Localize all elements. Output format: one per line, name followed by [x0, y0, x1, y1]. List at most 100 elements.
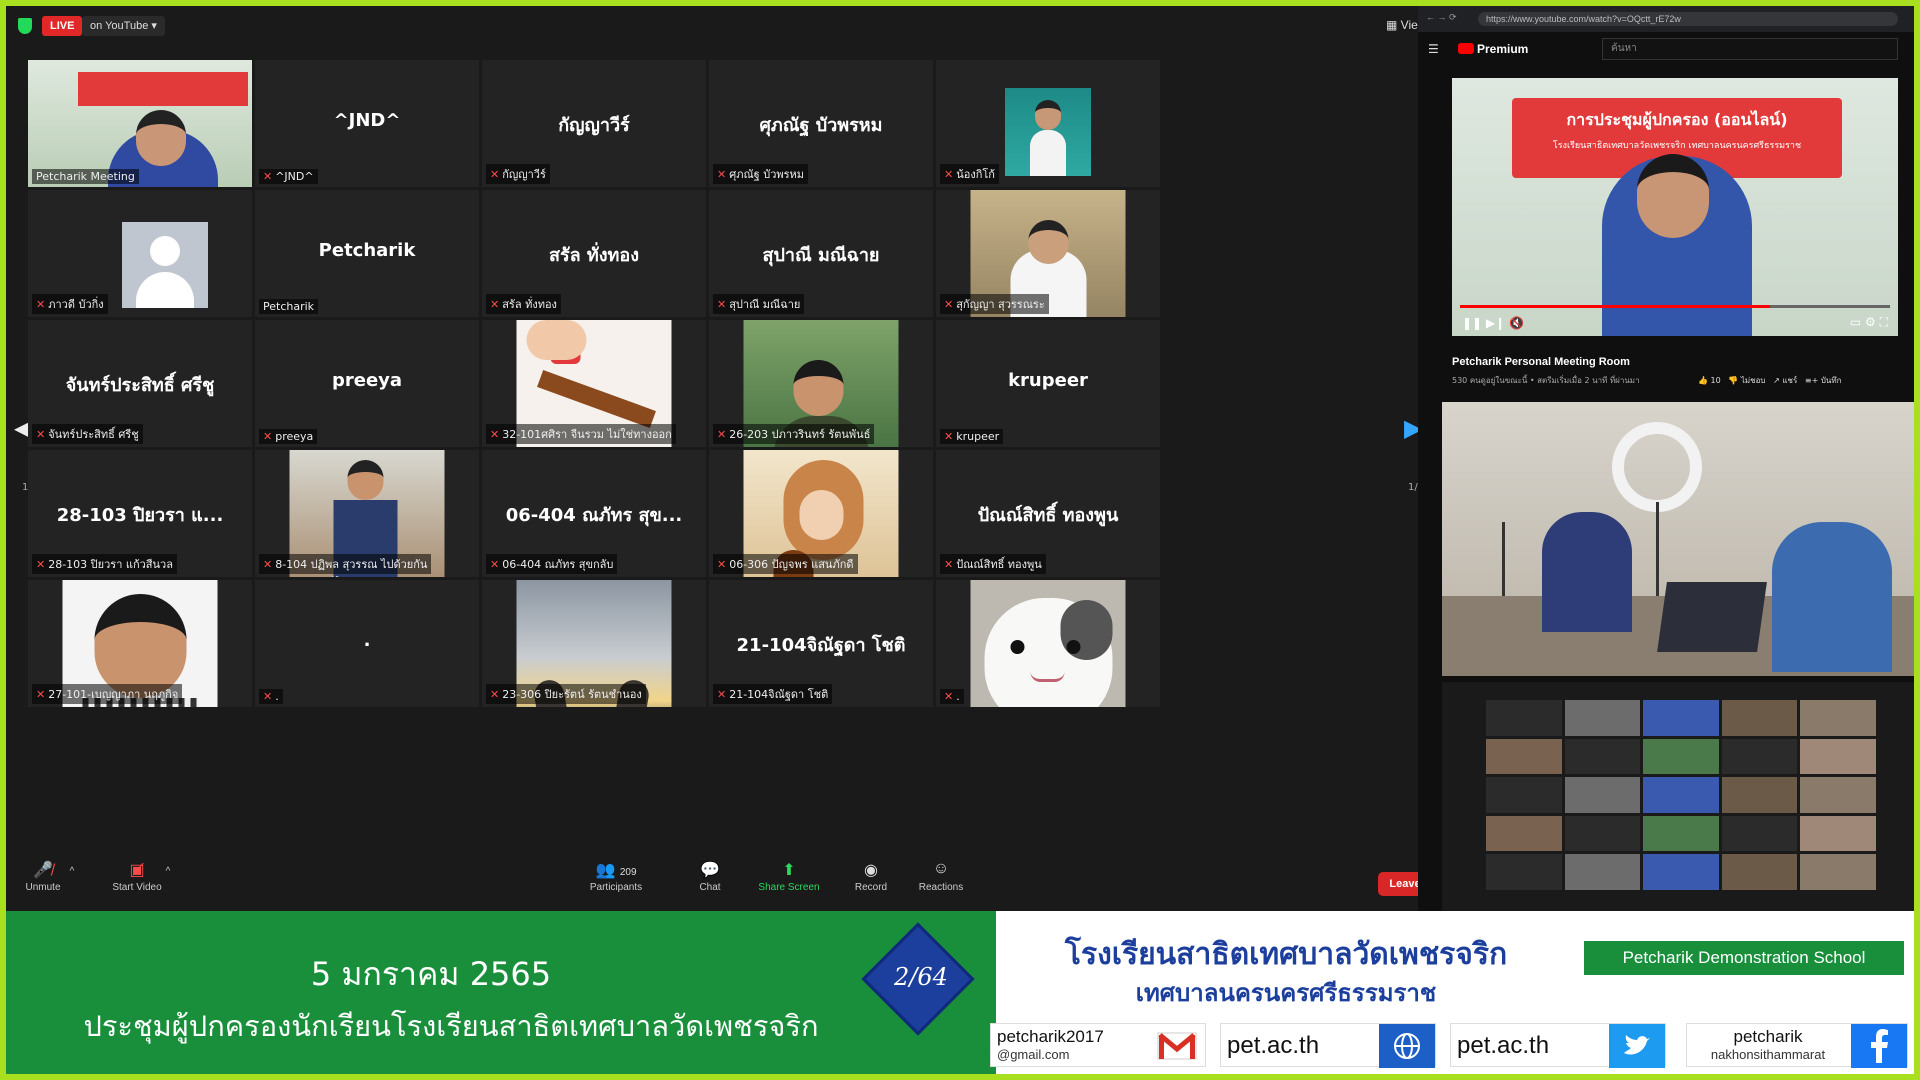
participant-tile[interactable]: กัญญาวีร์ ✕ กัญญาวีร์: [482, 60, 706, 187]
participant-tile[interactable]: ปัณณ์สิทธิ์ ทองพูน ✕ ปัณณ์สิทธิ์ ทองพูน: [936, 450, 1160, 577]
video-settings-controls[interactable]: ▭ ⚙ ⛶: [1850, 315, 1888, 330]
participant-tile[interactable]: ✕.: [936, 580, 1160, 707]
participant-name: Petcharik Meeting: [36, 170, 135, 183]
participant-name-label: ✕ 23-306 ปิยะรัตน์ รัตนชำนอง: [486, 684, 646, 704]
mic-muted-icon: ✕: [944, 430, 954, 443]
participant-tile[interactable]: ไปด้วยกัน✕8-104 ปฏิพล สุวรรณ ไปด้วยกัน: [255, 450, 479, 577]
video-banner-subtitle: โรงเรียนสาธิตเทศบาลวัดเพชรจริก เทศบาลนคร…: [1552, 141, 1802, 151]
participant-tile[interactable]: 28-103 ปิยวรา แ... ✕ 28-103 ปิยวรา แก้วสีน…: [28, 450, 252, 577]
participant-display-name: 28-103 ปิยวรา แ...: [56, 505, 224, 526]
unmute-label: Unmute: [25, 882, 61, 893]
share-screen-button[interactable]: ⬆ Share Screen: [754, 860, 824, 893]
view-button[interactable]: ▦ Vie: [1386, 18, 1418, 32]
mic-muted-icon: ✕: [944, 168, 954, 181]
video-options-caret-icon[interactable]: ^: [162, 866, 174, 877]
mini-participant-tile: [1564, 854, 1641, 890]
laptop: [1657, 582, 1767, 652]
mic-muted-icon: ✕: [717, 688, 727, 701]
participant-name: น้องกิโก้: [956, 168, 995, 181]
participant-tile[interactable]: ^JND^ ✕ ^JND^: [255, 60, 479, 187]
participant-name: กัญญาวีร์: [502, 168, 546, 181]
participant-tile[interactable]: สุปาณี มณีฉาย ✕ สุปาณี มณีฉาย: [709, 190, 933, 317]
participant-tile[interactable]: ✕ 26-203 ปภาวรินทร์ รัตนพันธ์: [709, 320, 933, 447]
mic-muted-icon: ✕: [717, 558, 727, 571]
save-button[interactable]: ≡+ บันทึก: [1805, 376, 1842, 385]
participant-name: สุกัญญา สุวรรณระ: [956, 298, 1045, 311]
mini-participant-tile: [1486, 700, 1562, 736]
record-icon: ◉: [864, 862, 878, 879]
mic-muted-icon: 🎤̸: [33, 862, 53, 879]
mini-participant-tile: [1800, 700, 1876, 736]
mini-participant-tile: [1564, 777, 1641, 813]
globe-icon: [1379, 1024, 1435, 1068]
video-progress-bar[interactable]: [1460, 305, 1890, 308]
dislike-button[interactable]: 👎 ไม่ชอบ: [1728, 376, 1765, 385]
youtube-logo[interactable]: Premium: [1458, 42, 1528, 56]
participant-tile[interactable]: ✕ 06-306 ปัญจพร แสนภักดี: [709, 450, 933, 577]
live-badge[interactable]: LIVE: [42, 16, 83, 36]
participant-display-name: 21-104จิณัฐดา โชติ: [736, 635, 906, 656]
mic-muted-icon: ✕: [717, 428, 727, 441]
participant-name-label: ✕ 28-103 ปิยวรา แก้วสีนวล: [32, 554, 177, 574]
reactions-button[interactable]: ☺ Reactions: [914, 860, 968, 893]
audio-options-caret-icon[interactable]: ^: [66, 866, 78, 877]
participant-tile[interactable]: ✕ 23-306 ปิยะรัตน์ รัตนชำนอง: [482, 580, 706, 707]
participant-tile[interactable]: . ✕.: [255, 580, 479, 707]
mic-muted-icon: ✕: [263, 430, 273, 443]
meeting-description: ประชุมผู้ปกครองนักเรียนโรงเรียนสาธิตเทศบ…: [83, 1009, 819, 1043]
youtube-search-input[interactable]: ค้นหา: [1602, 38, 1898, 60]
mic-muted-icon: ✕: [36, 428, 46, 441]
live-on-youtube-dropdown[interactable]: on YouTube ▾: [82, 16, 165, 36]
participant-name-label: ✕ น้องกิโก้: [940, 164, 999, 184]
participant-display-name: สรัล ทั่งทอง: [548, 245, 640, 266]
participant-tile[interactable]: Petcharik Meeting: [28, 60, 252, 187]
participant-tile[interactable]: ✕ น้องกิโก้: [936, 60, 1160, 187]
participant-tile[interactable]: ✕ สุกัญญา สุวรรณระ: [936, 190, 1160, 317]
youtube-logo-text: Premium: [1477, 42, 1529, 56]
video-actions: 👍 10 👎 ไม่ชอบ ↗ แชร์ ≡+ บันทึก: [1698, 374, 1842, 387]
mic-muted-icon: ✕: [490, 428, 500, 441]
participant-name: 06-306 ปัญจพร แสนภักดี: [729, 558, 854, 571]
mini-participant-tile: [1564, 700, 1641, 736]
participant-display-name: krupeer: [1008, 370, 1088, 391]
facebook-line2: nakhonsithammarat: [1710, 1047, 1826, 1062]
browser-nav-icons[interactable]: ← → ⟳: [1426, 12, 1457, 23]
participants-button[interactable]: 👥 209 Participants: [576, 860, 656, 893]
ring-light: [1612, 422, 1702, 512]
participant-display-name: สุปาณี มณีฉาย: [762, 245, 880, 266]
zoom-window: LIVE on YouTube ▾ ▦ Vie ◀ 1/9 ▶ 1/9 Petc…: [6, 6, 1432, 911]
participant-tile[interactable]: Petcharik Petcharik: [255, 190, 479, 317]
participant-tile[interactable]: 21-104จิณัฐดา โชติ ✕ 21-104จิณัฐดา โชติ: [709, 580, 933, 707]
url-field[interactable]: https://www.youtube.com/watch?v=OQctt_rE…: [1478, 12, 1898, 26]
participant-display-name: preeya: [331, 370, 403, 391]
meeting-room-photo: [1442, 402, 1914, 676]
mini-participant-tile: [1564, 738, 1641, 775]
participant-tile[interactable]: ศุภณัฐ บัวพรหม ✕ ศุภณัฐ บัวพรหม: [709, 60, 933, 187]
zoom-mini-screen: [1442, 682, 1914, 911]
participant-tile[interactable]: ✕ 32-101ศศิรา จีนรวม ไม่ใช่ทางออก: [482, 320, 706, 447]
save-label: บันทึก: [1820, 376, 1842, 385]
facebook-line1: petcharik: [1733, 1027, 1803, 1046]
share-screen-label: Share Screen: [758, 882, 820, 893]
bottom-banner: 5 มกราคม 2565 ประชุมผู้ปกครองนักเรียนโรง…: [6, 911, 1914, 1074]
facebook-icon: [1851, 1024, 1907, 1068]
participant-tile[interactable]: ✕ ภาวดี บัวกิ่ง: [28, 190, 252, 317]
participant-tile[interactable]: krupeer ✕ krupeer: [936, 320, 1160, 447]
chat-button[interactable]: 💬 Chat: [690, 860, 730, 893]
participant-name: krupeer: [956, 430, 1000, 443]
share-button[interactable]: ↗ แชร์: [1773, 376, 1797, 385]
participant-tile[interactable]: 06-404 ณภัทร สุข... ✕ 06-404 ณภัทร สุขกลับ: [482, 450, 706, 577]
like-button[interactable]: 👍 10: [1698, 376, 1721, 385]
participant-name-label: ✕ ^JND^: [259, 169, 318, 184]
record-button[interactable]: ◉ Record: [848, 860, 894, 893]
participant-tile[interactable]: preeya ✕ preeya: [255, 320, 479, 447]
mini-participant-tile: [1486, 854, 1562, 890]
video-controls[interactable]: ❚❚ ▶❙ 🔇: [1462, 316, 1524, 330]
participant-tile[interactable]: สรัล ทั่งทอง ✕ สรัล ทั่งทอง: [482, 190, 706, 317]
menu-icon[interactable]: ☰: [1428, 42, 1439, 56]
security-shield-icon[interactable]: [18, 18, 32, 34]
unmute-button[interactable]: 🎤̸ Unmute: [20, 860, 66, 893]
participant-tile[interactable]: จันทร์ประสิทธิ์ ศรีชู ✕ จันทร์ประสิทธิ์ ศร…: [28, 320, 252, 447]
youtube-video-player[interactable]: การประชุมผู้ปกครอง (ออนไลน์) โรงเรียนสาธ…: [1452, 78, 1898, 336]
participant-tile[interactable]: ✕ 27-101-เบญญาภา นฤภูกิจ: [28, 580, 252, 707]
